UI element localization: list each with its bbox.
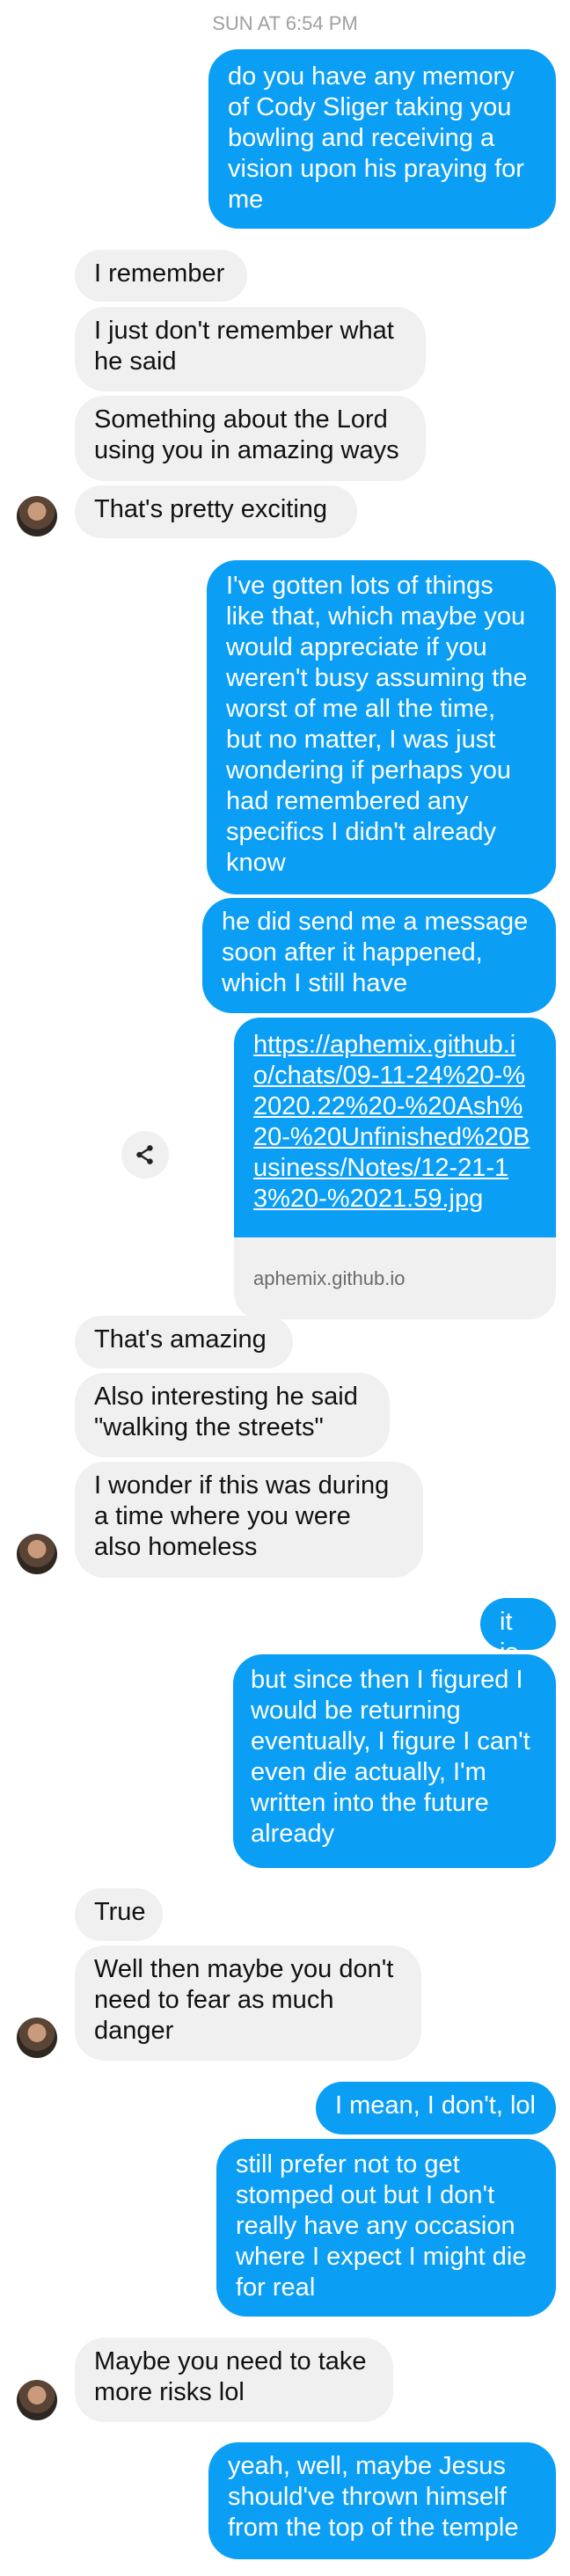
- message-bubble[interactable]: but since then I figured I would be retu…: [233, 1654, 556, 1868]
- message-bubble[interactable]: I wonder if this was during a time where…: [75, 1462, 423, 1578]
- share-button[interactable]: [121, 1131, 169, 1179]
- avatar[interactable]: [17, 1534, 57, 1574]
- link-preview-card[interactable]: https://aphemix.github.io/chats/09-11-24…: [234, 1018, 556, 1319]
- message-bubble[interactable]: Something about the Lord using you in am…: [75, 396, 426, 481]
- timestamp: SUN AT 6:54 PM: [212, 12, 358, 34]
- message-bubble[interactable]: he did send me a message soon after it h…: [202, 898, 556, 1013]
- avatar[interactable]: [17, 2018, 57, 2058]
- message-bubble[interactable]: I've gotten lots of things like that, wh…: [207, 560, 556, 894]
- avatar[interactable]: [17, 2380, 57, 2420]
- link-url[interactable]: https://aphemix.github.io/chats/09-11-24…: [234, 1018, 556, 1237]
- message-bubble[interactable]: I just don't remember what he said: [75, 307, 426, 391]
- message-bubble[interactable]: Maybe you need to take more risks lol: [75, 2338, 393, 2422]
- message-bubble[interactable]: it is: [480, 1598, 556, 1667]
- link-domain: aphemix.github.io: [253, 1266, 406, 1289]
- message-bubble[interactable]: yeah, well, maybe Jesus should've thrown…: [208, 2442, 556, 2559]
- share-icon: [136, 1145, 153, 1164]
- message-bubble[interactable]: still prefer not to get stomped out but …: [216, 2139, 556, 2317]
- message-bubble[interactable]: do you have any memory of Cody Sliger ta…: [208, 49, 556, 229]
- message-bubble[interactable]: Well then maybe you don't need to fear a…: [75, 1945, 421, 2061]
- message-bubble[interactable]: Also interesting he said "walking the st…: [75, 1373, 390, 1457]
- avatar[interactable]: [17, 496, 57, 536]
- message-bubble[interactable]: I remember: [75, 250, 247, 302]
- message-bubble[interactable]: I mean, I don't, lol: [316, 2082, 556, 2135]
- message-bubble[interactable]: That's pretty exciting: [75, 485, 357, 538]
- message-bubble[interactable]: That's amazing: [75, 1316, 293, 1368]
- message-bubble[interactable]: True: [75, 1888, 163, 1941]
